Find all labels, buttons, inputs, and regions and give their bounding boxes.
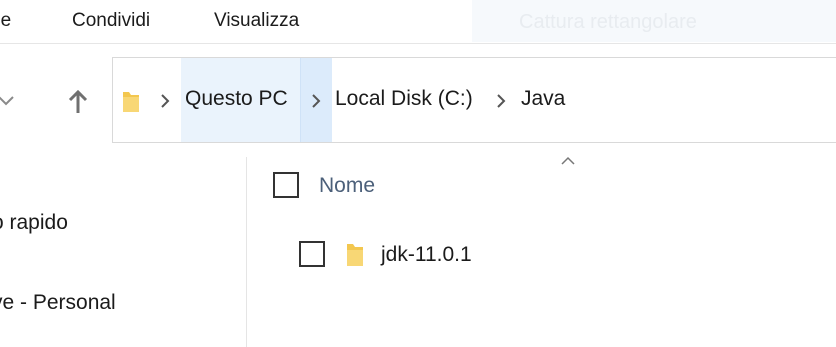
file-name-label[interactable]: jdk-11.0.1 — [381, 243, 472, 267]
breadcrumb-local-disk[interactable]: Local Disk (C:) — [335, 87, 473, 111]
breadcrumb-chevron-icon[interactable] — [158, 91, 172, 111]
address-bar[interactable]: Questo PC Local Disk (C:) Java — [112, 57, 836, 143]
tab-home[interactable]: he — [0, 10, 11, 32]
column-header-name[interactable]: Nome — [319, 174, 375, 198]
folder-icon — [123, 92, 139, 112]
breadcrumb-chevron-icon[interactable] — [494, 91, 508, 111]
recent-locations-chevron-icon[interactable] — [0, 90, 16, 110]
select-all-checkbox[interactable] — [273, 172, 299, 198]
sort-ascending-icon — [561, 156, 575, 165]
tab-share[interactable]: Condividi — [72, 10, 150, 32]
ribbon-tabs: he Condividi Visualizza Cattura rettango… — [0, 0, 836, 44]
folder-icon — [347, 244, 363, 266]
tab-view[interactable]: Visualizza — [214, 10, 299, 32]
breadcrumb-this-pc[interactable]: Questo PC — [185, 87, 288, 111]
breadcrumb-java[interactable]: Java — [521, 87, 565, 111]
list-item[interactable] — [290, 226, 836, 284]
row-checkbox[interactable] — [299, 241, 325, 267]
pane-divider[interactable] — [246, 157, 247, 347]
up-arrow-icon[interactable] — [66, 89, 90, 115]
snip-mode-label: Cattura rettangolare — [519, 11, 697, 33]
breadcrumb-chevron-icon[interactable] — [309, 91, 323, 111]
nav-item-onedrive[interactable]: ve - Personal — [0, 291, 116, 315]
nav-item-quick-access[interactable]: o rapido — [0, 211, 68, 235]
